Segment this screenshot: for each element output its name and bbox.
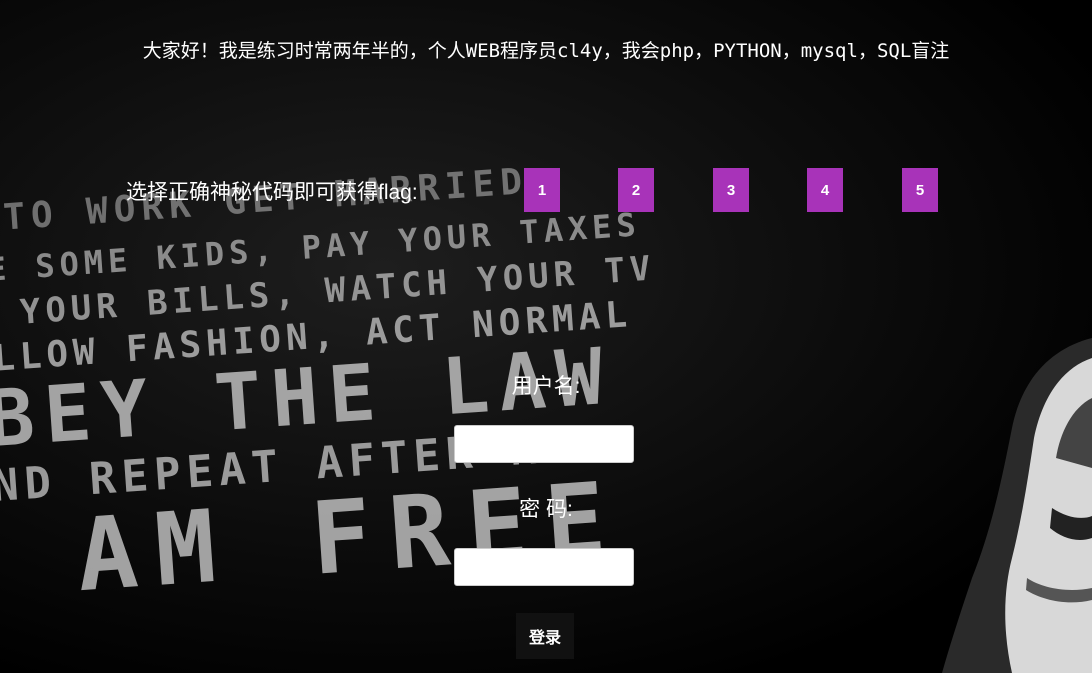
poster-line: LLOW FASHION, ACT NORMAL — [0, 294, 633, 380]
secret-code-button-4[interactable]: 4 — [807, 168, 843, 212]
page: TO WORK GET MARRIED E SOME KIDS, PAY YOU… — [0, 0, 1092, 673]
secret-code-button-2[interactable]: 2 — [618, 168, 654, 212]
login-button[interactable]: 登录 — [516, 613, 574, 659]
password-label: 密 码: — [519, 498, 573, 521]
password-input[interactable] — [454, 548, 634, 586]
poster-line: YOUR BILLS, WATCH YOUR TV — [19, 248, 657, 332]
secret-code-button-1[interactable]: 1 — [524, 168, 560, 212]
poster-line: E SOME KIDS, PAY YOUR TAXES — [0, 205, 642, 289]
intro-banner: 大家好！我是练习时常两年半的，个人WEB程序员cl4y，我会php，PYTHON… — [142, 40, 950, 62]
username-label: 用户名: — [511, 375, 581, 398]
secret-code-label: 选择正确神秘代码即可获得flag: — [126, 181, 418, 204]
username-input[interactable] — [454, 425, 634, 463]
secret-code-button-5[interactable]: 5 — [902, 168, 938, 212]
secret-code-button-3[interactable]: 3 — [713, 168, 749, 212]
poster-line: AM FREE — [73, 459, 627, 614]
secret-code-row: 选择正确神秘代码即可获得flag: 1 2 3 4 5 — [0, 168, 1092, 212]
